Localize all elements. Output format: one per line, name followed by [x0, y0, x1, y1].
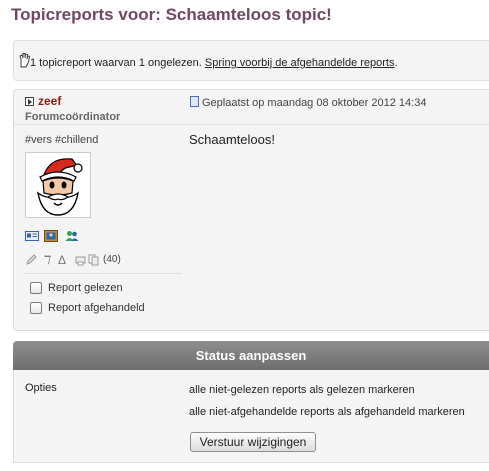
submit-changes-button[interactable]: Verstuur wijzigingen — [190, 432, 316, 452]
status-panel: Opties alle niet-gelezen reports als gel… — [13, 370, 489, 463]
report-handled-label: Report afgehandeld — [48, 302, 145, 314]
report-summary: 1 topicreport waarvan 1 ongelezen. Sprin… — [30, 57, 398, 69]
post-header: zeef Forumcoördinator Geplaatst op maand… — [14, 90, 489, 125]
option-mark-handled[interactable]: alle niet-afgehandelde reports als afgeh… — [189, 406, 465, 418]
report-handled-checkbox[interactable] — [30, 302, 42, 315]
report-handled-row: Report afgehandeld — [30, 302, 145, 315]
author-role: Forumcoördinator — [25, 111, 121, 123]
report-read-checkbox[interactable] — [30, 282, 42, 295]
copy-icon[interactable] — [88, 254, 100, 266]
profile-card-icon[interactable] — [25, 230, 39, 242]
options-label: Opties — [25, 382, 57, 394]
expand-arrow-icon[interactable] — [25, 97, 34, 106]
post-document-icon[interactable] — [190, 96, 199, 107]
report-info-box: 1 topicreport waarvan 1 ongelezen. Sprin… — [13, 40, 489, 81]
report-read-label: Report gelezen — [48, 282, 123, 294]
picture-icon[interactable] — [44, 230, 58, 242]
hand-pointer-icon — [19, 53, 31, 68]
reported-post: zeef Forumcoördinator Geplaatst op maand… — [13, 89, 489, 331]
option-mark-read[interactable]: alle niet-gelezen reports als gelezen ma… — [189, 384, 415, 396]
skip-handled-reports-link[interactable]: Spring voorbij de afgehandelde reports — [205, 57, 395, 69]
user-tags: #vers #chillend — [25, 134, 99, 146]
divider — [25, 273, 182, 274]
edit-icon[interactable] — [25, 254, 37, 266]
avatar — [25, 152, 91, 218]
print-icon[interactable] — [75, 254, 87, 266]
add-buddy-icon[interactable] — [65, 230, 79, 242]
author-name[interactable]: zeef — [38, 94, 61, 108]
page-title: Topicreports voor: Schaamteloos topic! — [11, 5, 332, 24]
post-count: (40) — [103, 254, 121, 265]
report-count-text: 1 topicreport waarvan 1 ongelezen. — [30, 57, 202, 69]
quote-icon[interactable]: ℸ — [42, 253, 50, 267]
delta-icon[interactable]: Δ — [58, 253, 66, 267]
info-trailing: . — [394, 57, 398, 69]
report-read-row: Report gelezen — [30, 282, 123, 295]
status-heading: Status aanpassen — [13, 341, 489, 370]
post-date: Geplaatst op maandag 08 oktober 2012 14:… — [202, 97, 427, 109]
santa-avatar-image — [26, 153, 90, 217]
post-body: Schaamteloos! — [189, 132, 275, 147]
